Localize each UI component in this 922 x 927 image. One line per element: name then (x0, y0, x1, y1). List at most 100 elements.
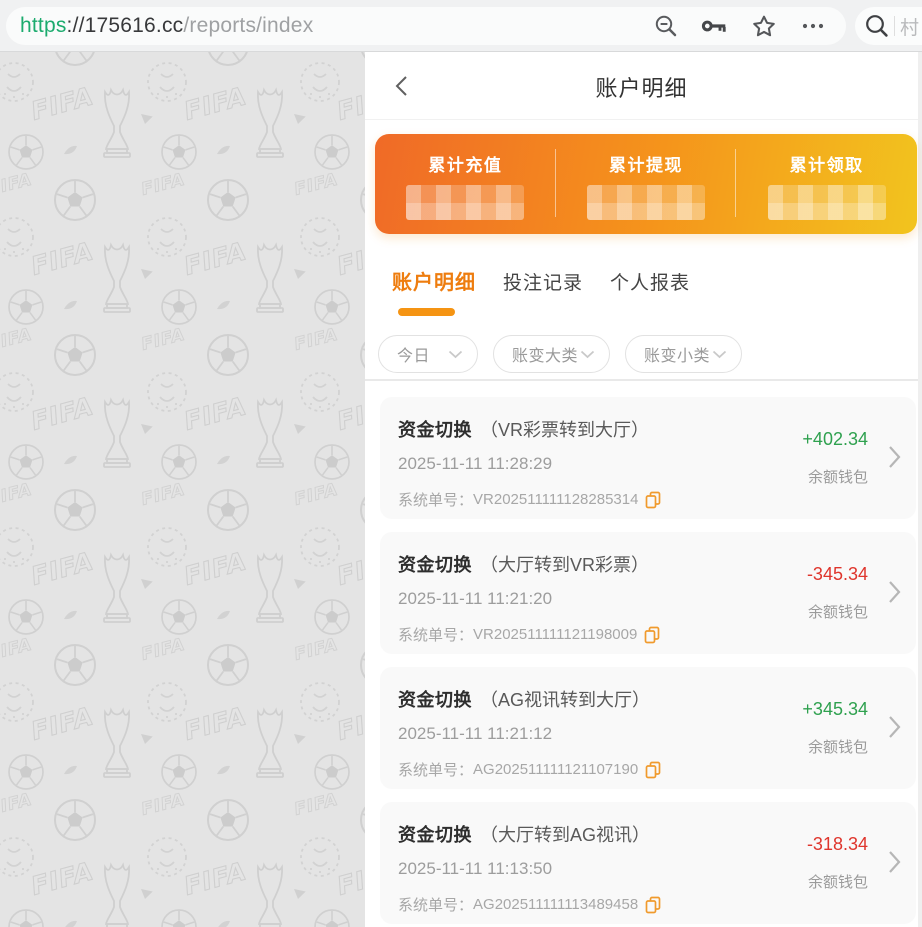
filter-minor-category-dropdown[interactable]: 账变小类 (625, 335, 742, 373)
url-domain: 175616.cc (85, 14, 184, 37)
record-title-row: 资金切换 （AG视讯转到大厅） (398, 686, 650, 712)
record-subtitle: （VR彩票转到大厅） (480, 416, 649, 442)
zoom-out-icon (653, 13, 679, 39)
tab-account-detail[interactable]: 账户明细 (392, 266, 476, 295)
record-title: 资金切换 (398, 551, 472, 577)
record-title: 资金切换 (398, 416, 472, 442)
record-datetime: 2025-11-11 11:21:20 (398, 589, 552, 609)
copy-button[interactable] (645, 491, 661, 509)
order-number: AG202511111121107190 (473, 761, 638, 778)
search-icon (864, 13, 890, 39)
summary-label: 累计充值 (428, 151, 502, 176)
copy-icon (645, 761, 661, 779)
url-separator: :// (67, 14, 85, 37)
record-wallet: 余额钱包 (808, 871, 868, 892)
copy-icon (645, 491, 661, 509)
browser-search-box[interactable]: 村 (855, 7, 922, 45)
record-amount: -318.34 (807, 834, 868, 855)
summary-value-blurred (406, 185, 524, 220)
page-right-edge (918, 52, 922, 927)
password-key-button[interactable] (701, 13, 728, 39)
record-order-row: 系统单号： AG202511111113489458 (398, 894, 661, 915)
summary-value-blurred (587, 185, 705, 220)
bookmark-star-button[interactable] (750, 13, 777, 39)
active-tab-underline (398, 308, 455, 316)
chevron-right-icon (888, 579, 902, 610)
chevron-down-icon (580, 350, 595, 359)
tab-personal-report[interactable]: 个人报表 (610, 268, 690, 295)
fifa-watermark-background: FIFA FIFA (0, 52, 365, 927)
star-icon (751, 13, 777, 39)
record-amount: -345.34 (807, 564, 868, 585)
record-datetime: 2025-11-11 11:28:29 (398, 454, 552, 474)
summary-item-withdraw: 累计提现 (556, 134, 737, 234)
screen: https://175616.cc/reports/index (0, 0, 922, 927)
record-row[interactable]: 资金切换 （VR彩票转到大厅） 2025-11-11 11:28:29 系统单号… (380, 397, 916, 519)
record-row[interactable]: 资金切换 （大厅转到AG视讯） 2025-11-11 11:13:50 系统单号… (380, 802, 916, 924)
summary-card: 累计充值 累计提现 累计领取 (375, 134, 917, 234)
copy-icon (644, 626, 660, 644)
search-placeholder: 村 (900, 13, 919, 40)
account-detail-page: 账户明细 累计充值 累计提现 累计领取 账户明细 投注记录 个人报表 (365, 52, 918, 927)
record-row[interactable]: 资金切换 （AG视讯转到大厅） 2025-11-11 11:21:12 系统单号… (380, 667, 916, 789)
section-divider (365, 379, 918, 381)
record-subtitle: （大厅转到AG视讯） (480, 821, 650, 847)
app-header: 账户明细 (365, 52, 918, 120)
url-path: /reports/index (183, 14, 313, 37)
chevron-down-icon (712, 350, 727, 359)
record-order-row: 系统单号： VR202511111128285314 (398, 489, 661, 510)
tab-bet-records[interactable]: 投注记录 (503, 268, 583, 295)
copy-button[interactable] (645, 896, 661, 914)
page-url: https://175616.cc/reports/index (20, 14, 313, 38)
copy-button[interactable] (645, 761, 661, 779)
summary-label: 累计领取 (790, 151, 864, 176)
chevron-right-icon (888, 444, 902, 475)
url-scheme: https (20, 14, 67, 37)
summary-value-blurred (768, 185, 886, 220)
chevron-down-icon (448, 350, 463, 359)
record-title: 资金切换 (398, 821, 472, 847)
filter-bar: 今日 账变大类 账变小类 (378, 335, 742, 373)
record-wallet: 余额钱包 (808, 466, 868, 487)
page-title: 账户明细 (365, 71, 918, 103)
chevron-right-icon (888, 714, 902, 745)
record-subtitle: （大厅转到VR彩票） (480, 551, 649, 577)
record-row[interactable]: 资金切换 （大厅转到VR彩票） 2025-11-11 11:21:20 系统单号… (380, 532, 916, 654)
zoom-out-button[interactable] (652, 13, 679, 39)
copy-icon (645, 896, 661, 914)
record-list: 资金切换 （VR彩票转到大厅） 2025-11-11 11:28:29 系统单号… (380, 397, 916, 927)
record-title: 资金切换 (398, 686, 472, 712)
order-label: 系统单号： (398, 759, 473, 780)
order-label: 系统单号： (398, 624, 473, 645)
fifa-pattern-svg: FIFA FIFA (0, 52, 365, 927)
browser-toolbar: https://175616.cc/reports/index (0, 0, 922, 52)
ellipsis-icon (800, 13, 826, 39)
record-order-row: 系统单号： VR202511111121198009 (398, 624, 660, 645)
copy-button[interactable] (644, 626, 660, 644)
browser-actions (652, 13, 826, 39)
record-amount: +402.34 (802, 429, 868, 450)
chevron-right-icon (888, 849, 902, 880)
address-bar[interactable]: https://175616.cc/reports/index (6, 7, 846, 45)
key-icon (701, 15, 728, 37)
summary-label: 累计提现 (609, 151, 683, 176)
record-datetime: 2025-11-11 11:21:12 (398, 724, 552, 744)
filter-major-category-dropdown[interactable]: 账变大类 (493, 335, 610, 373)
record-wallet: 余额钱包 (808, 736, 868, 757)
order-label: 系统单号： (398, 894, 473, 915)
order-label: 系统单号： (398, 489, 473, 510)
record-order-row: 系统单号： AG202511111121107190 (398, 759, 661, 780)
record-subtitle: （AG视讯转到大厅） (480, 686, 650, 712)
summary-item-recharge: 累计充值 (375, 134, 556, 234)
more-menu-button[interactable] (799, 13, 826, 39)
order-number: VR202511111121198009 (473, 626, 637, 643)
record-datetime: 2025-11-11 11:13:50 (398, 859, 552, 879)
record-wallet: 余额钱包 (808, 601, 868, 622)
filter-date-dropdown[interactable]: 今日 (378, 335, 478, 373)
record-title-row: 资金切换 （大厅转到VR彩票） (398, 551, 649, 577)
summary-item-claim: 累计领取 (736, 134, 917, 234)
record-title-row: 资金切换 （VR彩票转到大厅） (398, 416, 649, 442)
record-title-row: 资金切换 （大厅转到AG视讯） (398, 821, 650, 847)
record-amount: +345.34 (802, 699, 868, 720)
order-number: VR202511111128285314 (473, 491, 638, 508)
